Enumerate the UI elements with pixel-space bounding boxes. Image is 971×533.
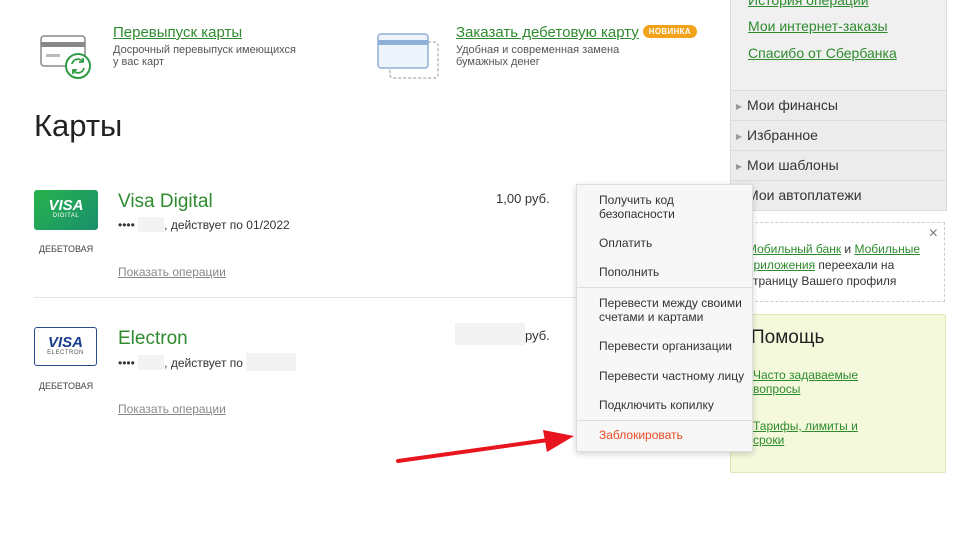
sidebar-notice: × Мобильный банк и Мобильные приложения … xyxy=(730,222,945,302)
card-balance: 1,00 руб. xyxy=(496,191,550,206)
show-operations-link[interactable]: Показать операции xyxy=(118,402,226,416)
menu-item-top-up[interactable]: Пополнить xyxy=(599,265,747,279)
mobile-bank-link[interactable]: Мобильный банк xyxy=(747,242,841,256)
card-reissue-icon xyxy=(38,24,108,84)
visa-digital-card-image: VISA DIGITAL xyxy=(34,190,98,230)
promo-order-link[interactable]: Заказать дебетовую карту xyxy=(456,24,639,41)
sidebar-link-history[interactable]: История операций xyxy=(748,0,869,8)
card-order-icon xyxy=(376,24,446,84)
notice-text: Мобильный банк и Мобильные приложения пе… xyxy=(747,242,921,288)
promo-card-reissue: Перевыпуск карты Досрочный перевыпуск им… xyxy=(38,24,298,84)
close-icon[interactable]: × xyxy=(929,226,938,242)
card-name-link[interactable]: Visa Digital xyxy=(118,191,213,213)
sidebar-link-internet-orders[interactable]: Мои интернет-заказы xyxy=(748,18,888,34)
card-number-validity: •••• , действует по 01/2022 xyxy=(118,217,290,232)
menu-item-piggy-bank[interactable]: Подключить копилку xyxy=(599,398,747,412)
masked-number xyxy=(138,355,165,370)
visa-electron-card-image: VISA ELECTRON xyxy=(34,327,97,366)
show-operations-link[interactable]: Показать операции xyxy=(118,265,226,279)
masked-date xyxy=(246,353,297,371)
promo-order-text: Удобная и современная замена бумажных де… xyxy=(456,44,620,68)
menu-separator xyxy=(577,420,752,421)
sidebar-nav-templates[interactable]: ▶ Мои шаблоны xyxy=(730,150,947,181)
card-type-label: ДЕБЕТОВАЯ xyxy=(38,244,94,254)
arrow-right-icon: ▶ xyxy=(735,132,743,141)
menu-item-transfer-person[interactable]: Перевести частному лицу xyxy=(599,369,747,383)
card-actions-menu: Получить код безопасности Оплатить Попол… xyxy=(576,184,753,452)
promo-reissue-link[interactable]: Перевыпуск карты xyxy=(113,24,242,41)
menu-item-block[interactable]: Заблокировать xyxy=(599,428,747,442)
card-balance: руб. xyxy=(455,323,550,345)
promo-reissue-text: Досрочный перевыпуск имеющихся у вас кар… xyxy=(113,44,296,68)
page-title: Карты xyxy=(34,108,123,143)
help-panel: Помощь Часто задаваемые вопросы Тарифы, … xyxy=(730,314,946,473)
arrow-right-icon: ▶ xyxy=(735,162,743,171)
menu-item-transfer-organization[interactable]: Перевести организации xyxy=(599,339,747,353)
masked-number xyxy=(138,217,165,232)
sidebar-nav-autopayments[interactable]: ▶Мои автоплатежи xyxy=(730,180,947,211)
new-badge: НОВИНКА xyxy=(642,25,697,38)
card-name-link[interactable]: Electron xyxy=(118,328,188,350)
help-link-faq[interactable]: Часто задаваемые вопросы xyxy=(753,368,873,396)
help-link-tariffs[interactable]: Тарифы, лимиты и сроки xyxy=(753,419,873,447)
menu-item-get-security-code[interactable]: Получить код безопасности xyxy=(599,193,747,221)
sidebar-links-panel: История операций Мои интернет-заказы Спа… xyxy=(730,0,947,90)
arrow-right-icon: ▶ xyxy=(735,102,743,111)
sidebar-nav-favorites[interactable]: ▶ Избранное xyxy=(730,120,947,151)
sidebar-nav-finances[interactable]: ▶ Мои финансы xyxy=(730,90,947,121)
masked-balance xyxy=(455,323,525,345)
menu-separator xyxy=(577,287,752,288)
card-number-validity: •••• , действует по xyxy=(118,353,297,371)
menu-item-pay[interactable]: Оплатить xyxy=(599,236,747,250)
help-title: Помощь xyxy=(751,327,825,348)
card-type-label: ДЕБЕТОВАЯ xyxy=(38,381,94,391)
menu-item-transfer-own[interactable]: Перевести между своими счетами и картами xyxy=(599,296,747,324)
promo-card-order: Заказать дебетовую карту НОВИНКА Удобная … xyxy=(376,24,716,84)
sidebar-link-spasibo[interactable]: Спасибо от Сбербанка xyxy=(748,45,897,61)
